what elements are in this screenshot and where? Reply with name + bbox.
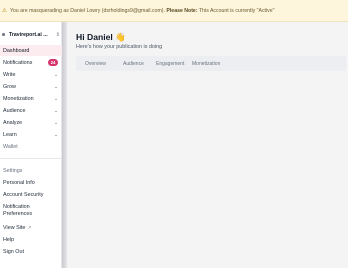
sidebar: Travireport.ai ... ⇕ Dashboard Notificat… [0,22,62,268]
chevron-down-icon: ⌄ [54,107,58,113]
sidebar-item-account-security[interactable]: Account Security [0,189,62,200]
sidebar-item-label: Write [3,71,16,78]
sidebar-item-label: View Site [3,224,26,231]
chevron-down-icon: ⌄ [54,83,58,89]
page-subtitle: Here's how your publication is doing [76,44,163,50]
chevron-down-icon: ⌄ [54,71,58,77]
sidebar-item-monetization[interactable]: Monetization ⌄ [0,93,62,104]
sidebar-item-write[interactable]: Write ⌄ [0,69,62,80]
sidebar-item-label: Analyze [3,119,23,126]
tab-audience[interactable]: Audience [123,61,144,67]
chevron-updown-icon: ⇕ [55,31,60,38]
banner-note-text: This Account is currently "Active" [199,7,275,14]
page-title: Hi Daniel 👋 [76,32,126,42]
sidebar-item-analyze[interactable]: Analyze ⌄ [0,117,62,128]
sidebar-item-label: Monetization [3,95,34,102]
sidebar-item-dashboard[interactable]: Dashboard [0,45,62,56]
publication-dot-icon [2,33,5,36]
sidebar-item-learn[interactable]: Learn ⌄ [0,129,62,140]
sidebar-item-label: Notification Preferences [3,204,33,217]
warning-icon: ⚠ [2,7,7,14]
sidebar-item-personal-info[interactable]: Personal Info [0,177,62,188]
sidebar-item-help[interactable]: Help [0,234,62,245]
publication-name: Travireport.ai ... [9,31,48,38]
tab-engagement[interactable]: Engagement [156,61,184,67]
banner-text: You are masquerading as Daniel Lowry (ds… [9,7,165,14]
sidebar-item-label: Learn [3,131,17,138]
external-link-icon: ↗ [27,224,32,230]
masquerade-banner: ⚠ You are masquerading as Daniel Lowry (… [0,0,348,22]
sidebar-item-notification-preferences[interactable]: Notification Preferences [0,202,62,220]
sidebar-divider [0,158,62,159]
sidebar-item-settings[interactable]: Settings [0,165,62,176]
sidebar-item-label: Personal Info [3,179,35,186]
sidebar-item-view-site[interactable]: View Site ↗ [0,222,62,233]
sidebar-item-sign-out[interactable]: Sign Out [0,246,62,257]
notification-count-badge: 24 [48,59,58,66]
chevron-down-icon: ⌄ [54,119,58,125]
chevron-down-icon: ⌄ [54,131,58,137]
sidebar-item-label: Dashboard [3,47,30,54]
sidebar-item-label: Wallet [3,143,18,150]
tab-overview[interactable]: Overview [85,61,106,67]
sidebar-item-notifications[interactable]: Notifications 24 [0,57,62,68]
dashboard-tabs: Overview Audience Engagement Monetizatio… [76,56,346,71]
sidebar-item-label: Help [3,236,15,243]
sidebar-item-grow[interactable]: Grow ⌄ [0,81,62,92]
publication-switcher[interactable]: Travireport.ai ... ⇕ [2,30,60,39]
tab-monetization[interactable]: Monetization [192,61,220,67]
sidebar-item-label: Audience [3,107,26,114]
banner-note-label: Please Note: [166,7,198,14]
sidebar-item-label: Settings [3,167,23,174]
sidebar-item-label: Grow [3,83,16,90]
sidebar-item-audience[interactable]: Audience ⌄ [0,105,62,116]
sidebar-item-wallet[interactable]: Wallet [0,141,62,152]
sidebar-item-label: Notifications [3,59,33,66]
sidebar-item-label: Sign Out [3,248,24,255]
sidebar-item-label: Account Security [3,191,44,198]
main-content: Hi Daniel 👋 Here's how your publication … [67,22,348,268]
chevron-down-icon: ⌄ [54,95,58,101]
